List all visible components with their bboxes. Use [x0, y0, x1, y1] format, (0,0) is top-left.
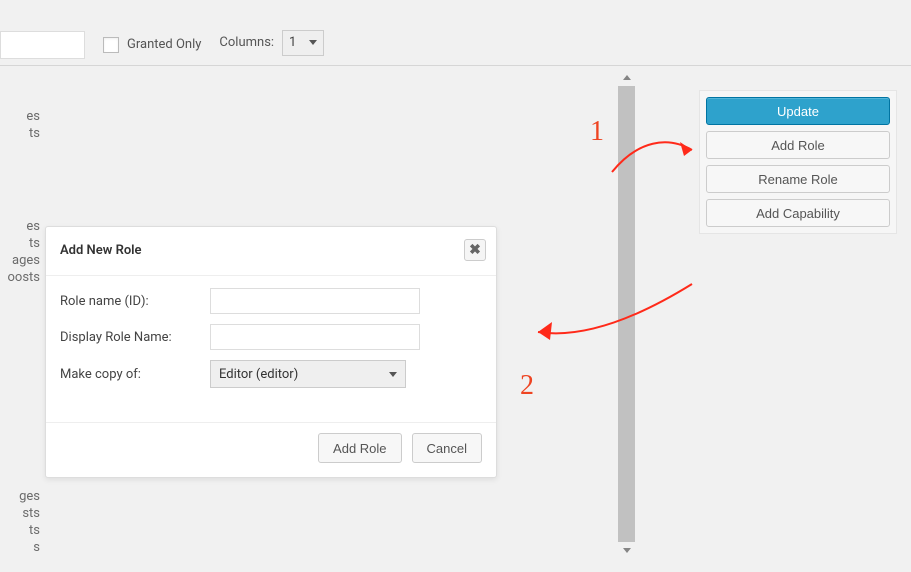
granted-only-label: Granted Only — [127, 37, 201, 52]
list-item: ts — [0, 235, 40, 252]
list-item: ages — [0, 252, 40, 269]
columns-selected-value: 1 — [289, 35, 296, 50]
list-item: sts — [0, 505, 40, 522]
dialog-title: Add New Role — [60, 243, 142, 258]
capability-list-fragment-1: es ts — [0, 108, 40, 142]
add-capability-button[interactable]: Add Capability — [706, 199, 890, 227]
role-name-label: Role name (ID): — [60, 294, 210, 309]
chevron-down-icon — [389, 372, 397, 377]
update-button[interactable]: Update — [706, 97, 890, 125]
actions-sidebar: Update Add Role Rename Role Add Capabili… — [699, 90, 897, 234]
add-role-button[interactable]: Add Role — [706, 131, 890, 159]
dialog-footer: Add Role Cancel — [46, 422, 496, 477]
list-item: es — [0, 108, 40, 125]
add-new-role-dialog: Add New Role ✖ Role name (ID): Display R… — [45, 226, 497, 478]
scroll-up-icon[interactable] — [618, 69, 635, 86]
list-item: es — [0, 218, 40, 235]
capability-list-fragment-3: ges sts ts s — [0, 488, 40, 556]
capability-list-fragment-2: es ts ages oosts — [0, 218, 40, 286]
copy-of-label: Make copy of: — [60, 367, 210, 382]
annotation-number-1: 1 — [590, 116, 604, 148]
display-name-label: Display Role Name: — [60, 330, 210, 345]
chevron-down-icon — [309, 40, 317, 45]
scrollbar-thumb[interactable] — [618, 86, 635, 546]
list-item: oosts — [0, 269, 40, 286]
annotation-number-2: 2 — [520, 370, 534, 402]
columns-select[interactable]: 1 — [282, 30, 324, 56]
list-item: ges — [0, 488, 40, 505]
dialog-cancel-button[interactable]: Cancel — [412, 433, 482, 463]
copy-of-select[interactable]: Editor (editor) — [210, 360, 406, 388]
columns-label: Columns: — [219, 35, 274, 50]
display-name-input[interactable] — [210, 324, 420, 350]
rename-role-button[interactable]: Rename Role — [706, 165, 890, 193]
scroll-down-icon[interactable] — [618, 542, 635, 559]
checkbox-icon[interactable] — [103, 37, 119, 53]
scrollbar-track[interactable] — [618, 86, 635, 542]
vertical-scrollbar[interactable] — [618, 69, 635, 559]
list-item: ts — [0, 522, 40, 539]
granted-only-checkbox[interactable]: Granted Only — [103, 37, 201, 53]
columns-selector: Columns: 1 — [219, 30, 324, 56]
filter-input[interactable] — [0, 31, 85, 59]
top-toolbar: Granted Only Columns: 1 — [0, 0, 911, 66]
close-icon[interactable]: ✖ — [464, 239, 486, 261]
dialog-titlebar[interactable]: Add New Role ✖ — [46, 227, 496, 276]
dialog-body: Role name (ID): Display Role Name: Make … — [46, 276, 496, 422]
dialog-add-role-button[interactable]: Add Role — [318, 433, 401, 463]
list-item: ts — [0, 125, 40, 142]
copy-of-selected-value: Editor (editor) — [219, 367, 298, 382]
role-name-input[interactable] — [210, 288, 420, 314]
list-item: s — [0, 539, 40, 556]
annotation-arrow-2 — [520, 280, 700, 360]
